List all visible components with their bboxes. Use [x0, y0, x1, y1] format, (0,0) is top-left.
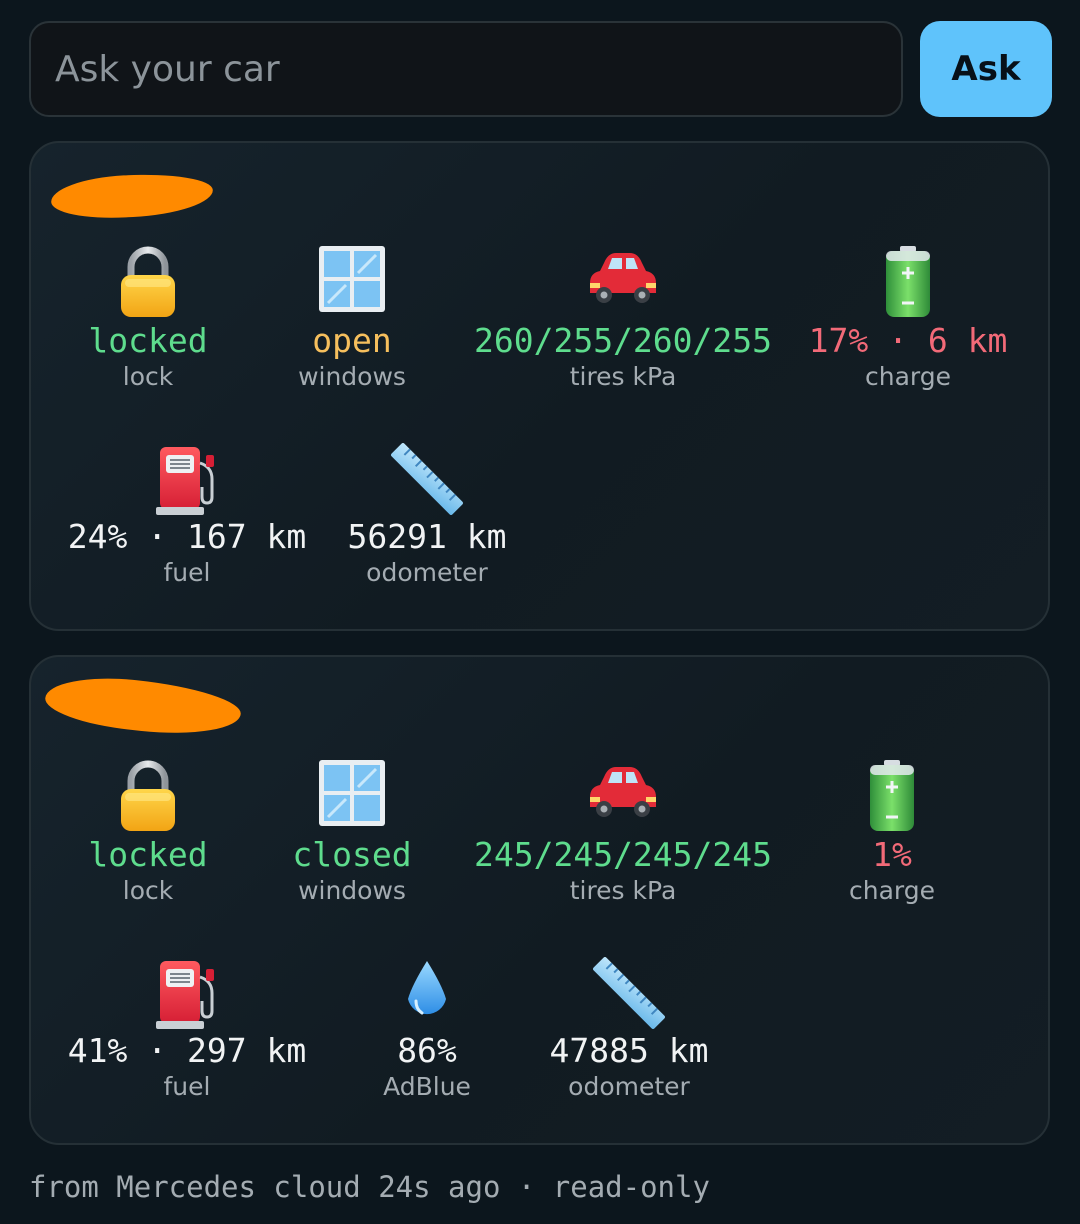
charge-value: 1% — [872, 835, 912, 874]
odometer-status: 47885 km odometer — [459, 957, 799, 1103]
fuel-pump-icon — [156, 961, 214, 1029]
ask-button[interactable]: Ask — [920, 21, 1052, 117]
window-icon — [319, 246, 385, 312]
charge-status: 1% charge — [722, 759, 1062, 907]
battery-icon — [886, 246, 930, 317]
battery-icon — [870, 760, 914, 831]
padlock-icon — [121, 246, 175, 317]
ask-bar: Ask — [29, 21, 1052, 117]
charge-status: 17% · 6 km charge — [738, 245, 1078, 393]
vehicle-card-1: locked lock open windows 260/255/260/255… — [29, 141, 1050, 631]
fuel-pump-icon — [156, 447, 214, 515]
padlock-icon — [121, 760, 175, 831]
car-icon — [590, 767, 656, 817]
window-icon — [319, 760, 385, 826]
redacted-vehicle-name — [50, 170, 214, 222]
odometer-value: 47885 km — [549, 1031, 709, 1070]
charge-label: charge — [849, 876, 935, 905]
odometer-label: odometer — [366, 558, 488, 587]
droplet-icon — [408, 961, 446, 1015]
odometer-value: 56291 km — [347, 517, 507, 556]
data-source-footer: from Mercedes cloud 24s ago · read-only — [29, 1170, 710, 1204]
vehicle-card-2: locked lock closed windows 245/245/245/2… — [29, 655, 1050, 1145]
car-icon — [590, 253, 656, 303]
odometer-status: 56291 km odometer — [257, 443, 597, 589]
ask-input[interactable] — [29, 21, 903, 117]
redacted-vehicle-name — [42, 670, 244, 742]
charge-value: 17% · 6 km — [808, 321, 1008, 360]
ruler-icon — [593, 957, 665, 1029]
ruler-icon — [391, 443, 463, 515]
odometer-label: odometer — [568, 1072, 690, 1101]
charge-label: charge — [865, 362, 951, 391]
